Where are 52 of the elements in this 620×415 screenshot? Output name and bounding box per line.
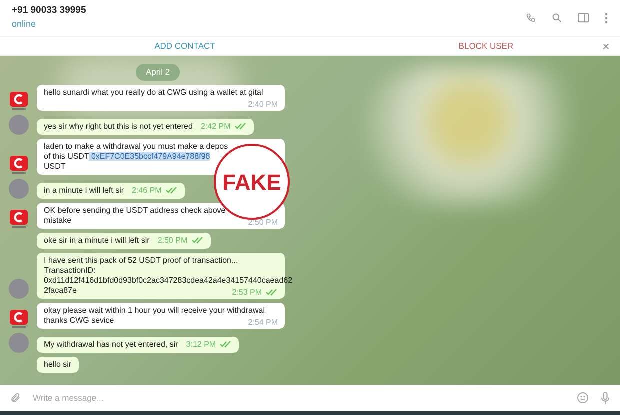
double-check-icon [166, 187, 178, 194]
date-pill: April 2 [136, 64, 180, 81]
message-text: laden to make a withdrawal you must make a depos [44, 142, 228, 152]
message-text: TransactionID: [44, 266, 96, 276]
logo-icon [9, 208, 29, 229]
message-text: I have sent this pack of 52 USDT proof of transaction... [44, 256, 238, 266]
message-text: of this USDT 0xEF7C0E35bccf479A94e788f98 [44, 152, 210, 162]
paperclip-icon[interactable] [10, 392, 21, 404]
message-text: USDT [44, 162, 66, 172]
message-text: yes sir why right but this is not yet entered [44, 122, 193, 132]
message-time: 2:40 PM [248, 100, 278, 110]
message-time: 2:46 PM [132, 186, 162, 196]
message-text: mistake [44, 216, 72, 226]
phone-icon[interactable] [526, 13, 536, 23]
block-user-button[interactable]: BLOCK USER [458, 40, 514, 52]
sidebar-toggle-icon[interactable] [578, 13, 589, 23]
message-time: 2:42 PM [200, 122, 231, 132]
double-check-icon [234, 123, 247, 130]
double-check-icon [266, 289, 278, 296]
close-button[interactable]: × [602, 40, 610, 52]
message-text: thanks CWG sevice [44, 316, 114, 326]
message-time: 2:50 PM [248, 218, 278, 228]
contact-status: online [12, 18, 38, 32]
avatar[interactable] [9, 278, 29, 299]
add-contact-button[interactable]: ADD CONTACT [154, 40, 216, 52]
logo-icon [9, 154, 29, 175]
message-time: 2:53 PM [232, 288, 262, 298]
message-text: hello sunardi what you really do at CWG using a wallet at gital [44, 88, 264, 98]
double-check-icon [192, 237, 204, 244]
message-text: 2faca87e [44, 286, 77, 296]
emoji-icon[interactable] [577, 392, 589, 404]
message-text: hello sir [44, 360, 72, 370]
message-text: in a minute i will left sir [44, 186, 124, 196]
message-time: 2:54 PM [248, 318, 278, 328]
double-check-icon [220, 341, 232, 348]
message-time: 3:12 PM [186, 340, 216, 350]
message-time: 2:50 PM [158, 236, 188, 246]
message-text: 0xd11d12f416d1bfd0d93bf0c2ac347283cdea42a4e34157440caead62 [44, 276, 293, 286]
more-menu-icon[interactable] [605, 12, 608, 24]
avatar[interactable] [9, 178, 29, 199]
message-text: okay please wait within 1 hour you will receive your withdrawal [44, 306, 265, 316]
contact-name: +91 90033 39995 [12, 4, 86, 18]
microphone-icon[interactable] [601, 392, 610, 404]
avatar[interactable] [9, 114, 29, 135]
avatar[interactable] [9, 332, 29, 353]
message-text: My withdrawal has not yet entered, sir [44, 340, 178, 350]
logo-icon [9, 308, 29, 329]
logo-icon [9, 90, 29, 111]
message-text: oke sir in a minute i will left sir [44, 236, 150, 246]
search-icon[interactable] [552, 13, 562, 23]
message-input[interactable]: Write a message... [33, 392, 565, 404]
message-text: OK before sending the USDT address check above [44, 206, 226, 216]
